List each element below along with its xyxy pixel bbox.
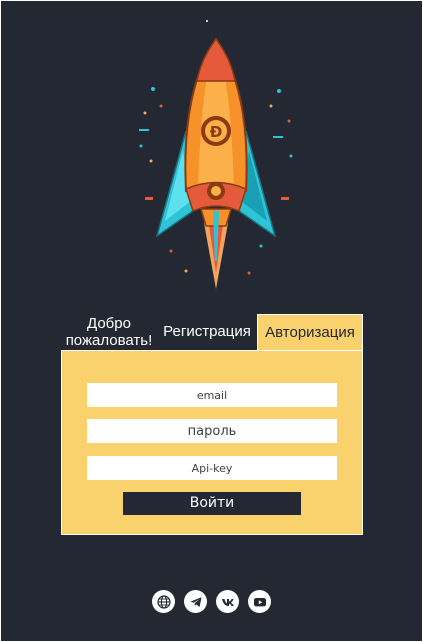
email-field[interactable] [87, 383, 337, 407]
login-button[interactable]: Войти [123, 492, 301, 515]
tab-auth[interactable]: Авторизация [257, 314, 363, 351]
svg-text:Ð: Ð [210, 123, 223, 141]
vk-link[interactable] [216, 590, 239, 613]
globe-link[interactable] [152, 590, 175, 613]
youtube-icon [253, 597, 266, 606]
globe-icon [156, 594, 171, 609]
password-field[interactable] [87, 419, 337, 443]
tab-welcome: Добро пожаловать! [65, 315, 153, 349]
auth-tabs: Добро пожаловать! Регистрация Авторизаци… [61, 314, 363, 351]
rocket-logo-icon: Ð [139, 20, 293, 289]
tab-register[interactable]: Регистрация [159, 314, 255, 350]
app-screen: Ð Добро пожаловать! Регистрация Авториза… [1, 1, 422, 641]
vk-icon [221, 598, 234, 606]
youtube-link[interactable] [248, 590, 271, 613]
apikey-field[interactable] [87, 456, 337, 480]
telegram-link[interactable] [184, 590, 207, 613]
auth-form: Войти [61, 350, 363, 535]
telegram-icon [190, 596, 201, 607]
social-links [1, 590, 422, 614]
rocket-logo: Ð [131, 11, 301, 301]
